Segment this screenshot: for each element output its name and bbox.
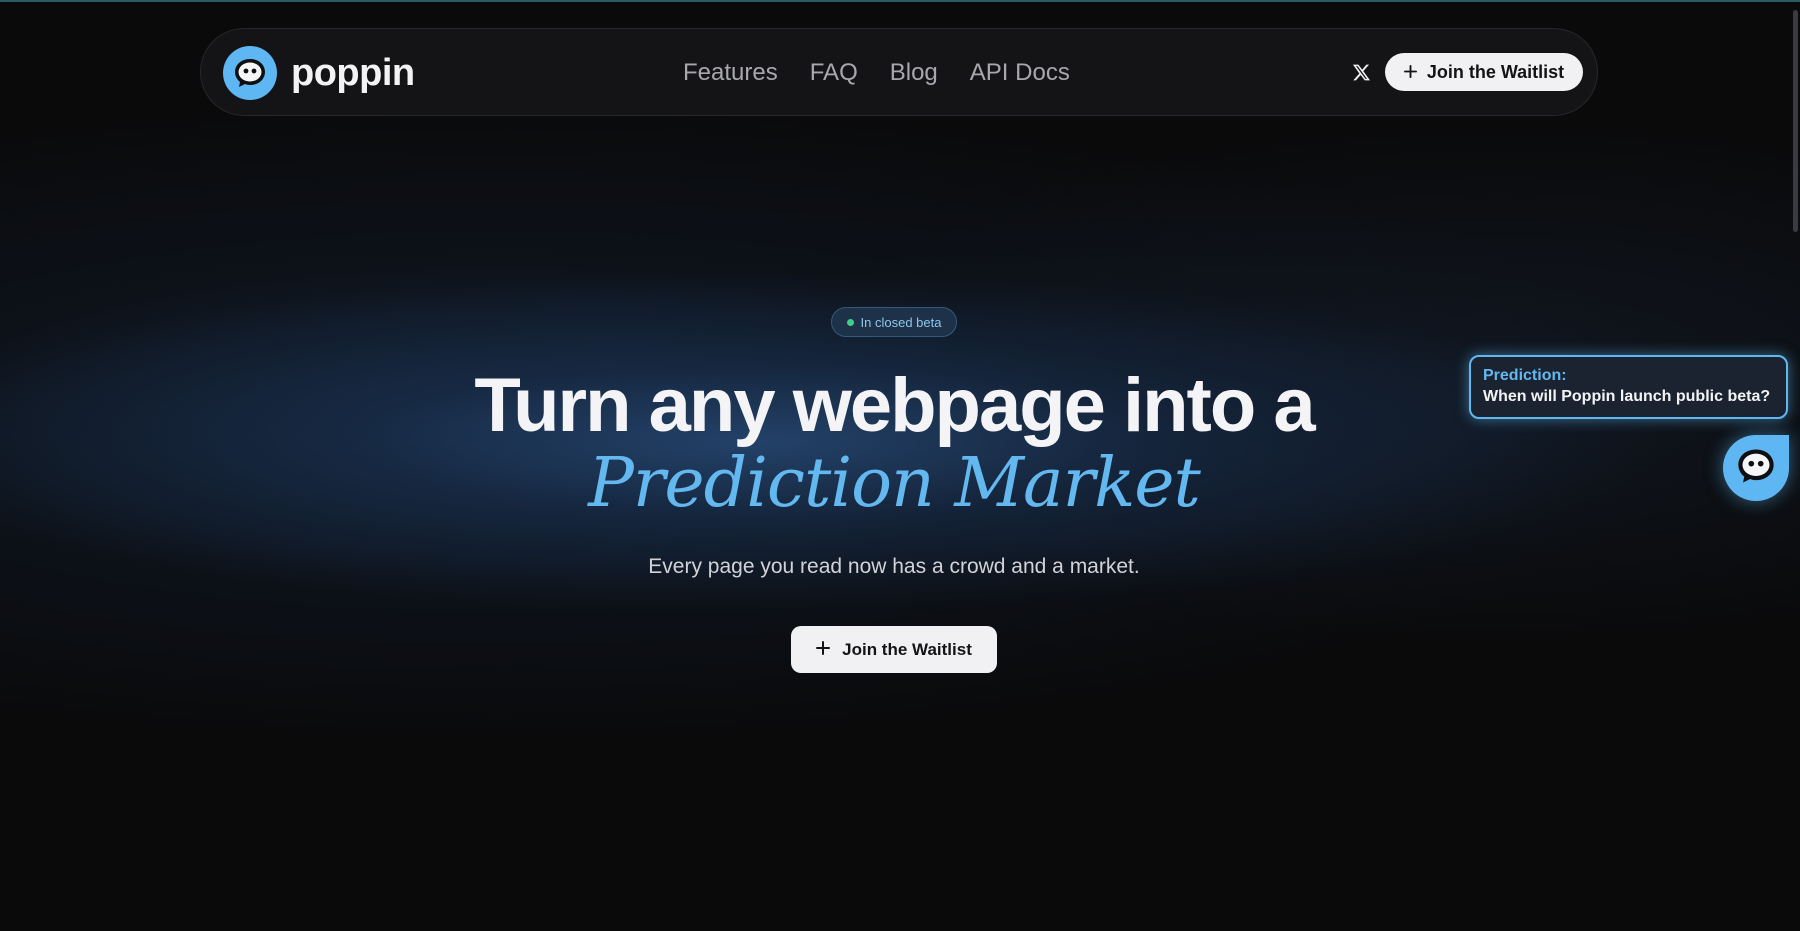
plus-icon bbox=[1403, 62, 1417, 83]
nav-link-faq[interactable]: FAQ bbox=[810, 59, 858, 87]
chat-bubble-face-icon bbox=[223, 46, 277, 100]
x-logo-icon[interactable] bbox=[1349, 59, 1373, 85]
brand-logo[interactable]: poppin bbox=[223, 46, 415, 100]
beta-status-badge: In closed beta bbox=[831, 307, 957, 337]
nav-join-waitlist-button[interactable]: Join the Waitlist bbox=[1385, 53, 1583, 91]
landing-page: poppin Features FAQ Blog API Docs Join t… bbox=[0, 0, 1800, 931]
hero-join-waitlist-button[interactable]: Join the Waitlist bbox=[791, 626, 997, 673]
prediction-popup[interactable]: Prediction: When will Poppin launch publ… bbox=[1469, 355, 1788, 419]
hero-title-accent: Prediction Market bbox=[588, 444, 1201, 523]
prediction-label: Prediction: bbox=[1483, 367, 1567, 384]
nav-link-features[interactable]: Features bbox=[683, 59, 778, 87]
prediction-question: When will Poppin launch public beta? bbox=[1483, 388, 1771, 405]
top-navbar: poppin Features FAQ Blog API Docs Join t… bbox=[200, 28, 1598, 116]
hero-cta-label: Join the Waitlist bbox=[842, 639, 972, 659]
hero-subtitle: Every page you read now has a crowd and … bbox=[648, 555, 1140, 578]
plus-icon bbox=[816, 640, 831, 660]
poppin-widget-button[interactable] bbox=[1723, 435, 1789, 501]
status-dot-icon bbox=[846, 318, 854, 326]
nav-link-blog[interactable]: Blog bbox=[890, 59, 938, 87]
beta-badge-label: In closed beta bbox=[860, 314, 942, 330]
chat-bubble-face-icon bbox=[1736, 447, 1776, 490]
scrollbar-thumb[interactable] bbox=[1793, 10, 1798, 232]
brand-name: poppin bbox=[291, 51, 415, 94]
nav-link-api-docs[interactable]: API Docs bbox=[970, 59, 1070, 87]
page-scrollbar[interactable] bbox=[1792, 2, 1800, 931]
nav-cta-label: Join the Waitlist bbox=[1426, 61, 1565, 82]
hero-title: Turn any webpage into a bbox=[474, 363, 1315, 448]
nav-links: Features FAQ Blog API Docs bbox=[683, 29, 1070, 117]
